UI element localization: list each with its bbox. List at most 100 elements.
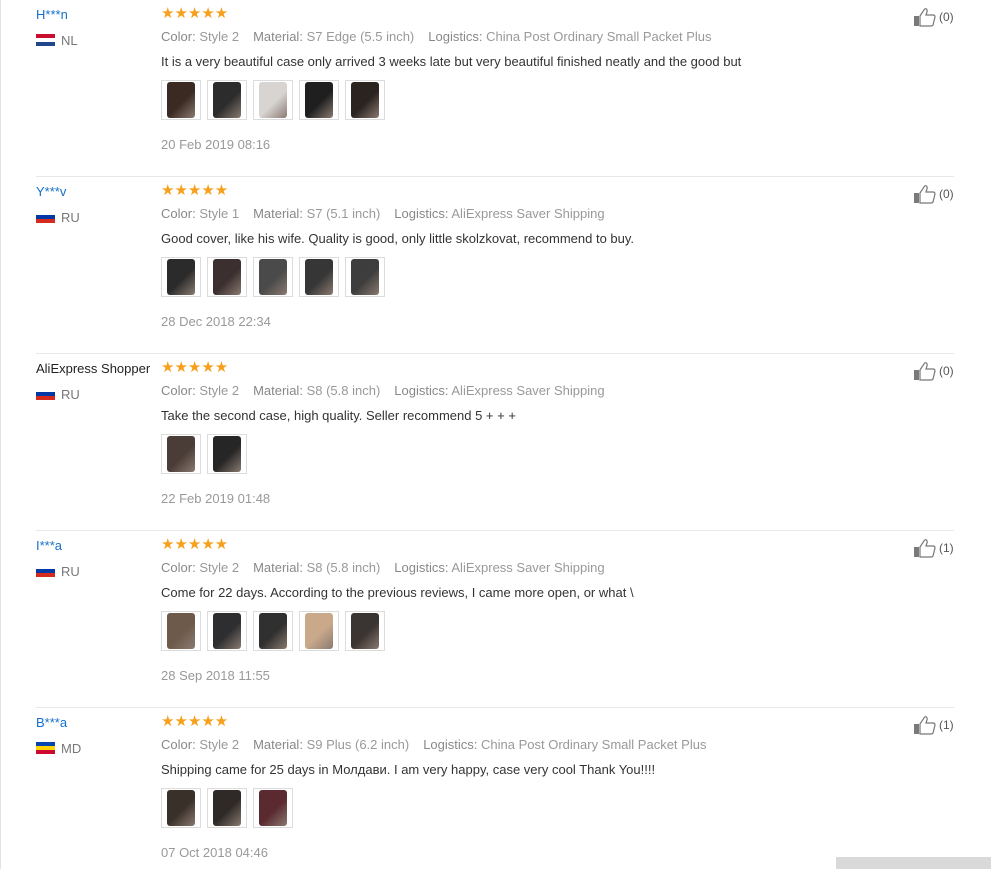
helpful-button[interactable]: (0) [913,7,954,27]
thumbs-up-icon [914,8,936,27]
logistics-label: Logistics [394,383,448,398]
review-photo-thumbnail[interactable] [253,611,293,651]
helpful-count: (1) [939,541,954,555]
review-photo-thumbnail[interactable] [345,611,385,651]
reviewer-country: RU [61,564,80,579]
review-divider [36,176,954,177]
review-item: H***n NL ★★★★★ Color Style 2 Material S7 Edg… [0,0,991,177]
material-value: S7 (5.1 inch) [306,206,381,221]
country-flag-icon [36,565,55,577]
phone-case-photo [305,82,333,118]
review-photo-thumbnail[interactable] [299,257,339,297]
material-label: Material [253,206,303,221]
product-attributes: Color Style 2 Material S8 (5.8 inch) Logis… [161,383,619,398]
review-date: 28 Sep 2018 11:55 [161,668,270,683]
logistics-label: Logistics [423,737,477,752]
review-date: 28 Dec 2018 22:34 [161,314,271,329]
logistics-label: Logistics [394,560,448,575]
horizontal-scrollbar[interactable] [836,857,991,869]
reviewer-country: NL [61,33,78,48]
review-text: It is a very beautiful case only arrived… [161,54,742,69]
review-photo-thumbnail[interactable] [299,80,339,120]
helpful-button[interactable]: (0) [913,184,954,204]
color-label: Color [161,560,196,575]
material-value: S7 Edge (5.5 inch) [306,29,415,44]
review-photo-thumbnail[interactable] [253,788,293,828]
phone-case-photo [167,790,195,826]
product-attributes: Color Style 2 Material S7 Edge (5.5 inch)… [161,29,726,44]
logistics-value: AliExpress Saver Shipping [451,206,605,221]
color-value: Style 1 [199,206,240,221]
phone-case-photo [213,82,241,118]
review-date: 20 Feb 2019 08:16 [161,137,271,152]
country-flag-icon [36,388,55,400]
thumbs-up-icon [914,362,936,381]
reviewer-name[interactable]: Y***v [36,184,66,199]
phone-case-photo [351,82,379,118]
review-photo-thumbnail[interactable] [207,788,247,828]
color-label: Color [161,383,196,398]
review-photos [161,788,293,828]
review-photo-thumbnail[interactable] [161,434,201,474]
reviewer-name[interactable]: H***n [36,7,68,22]
reviewer-name[interactable]: AliExpress Shopper [36,361,150,376]
material-label: Material [253,737,303,752]
logistics-value: AliExpress Saver Shipping [451,560,605,575]
review-photo-thumbnail[interactable] [161,257,201,297]
review-photo-thumbnail[interactable] [253,80,293,120]
star-rating: ★★★★★ [161,5,229,22]
review-photo-thumbnail[interactable] [161,788,201,828]
phone-case-photo [259,82,287,118]
product-attributes: Color Style 2 Material S8 (5.8 inch) Logis… [161,560,619,575]
thumbs-up-icon [914,716,936,735]
star-rating: ★★★★★ [161,182,229,199]
thumbs-up-icon [914,185,936,204]
phone-case-photo [351,613,379,649]
helpful-button[interactable]: (1) [913,538,954,558]
reviewer-country: MD [61,741,82,756]
phone-case-photo [259,790,287,826]
review-photo-thumbnail[interactable] [161,80,201,120]
reviewer-country: RU [61,210,80,225]
helpful-count: (0) [939,364,954,378]
review-divider [36,353,954,354]
material-label: Material [253,29,303,44]
review-divider [36,707,954,708]
country-flag-icon [36,34,55,46]
helpful-button[interactable]: (0) [913,361,954,381]
material-label: Material [253,383,303,398]
reviewer-name[interactable]: B***a [36,715,67,730]
review-photo-thumbnail[interactable] [345,80,385,120]
color-value: Style 2 [199,737,240,752]
logistics-value: AliExpress Saver Shipping [451,383,605,398]
review-photo-thumbnail[interactable] [161,611,201,651]
helpful-count: (0) [939,187,954,201]
logistics-value: China Post Ordinary Small Packet Plus [486,29,712,44]
phone-case-photo [305,259,333,295]
product-attributes: Color Style 2 Material S9 Plus (6.2 inch)… [161,737,720,752]
phone-case-photo [259,613,287,649]
star-rating: ★★★★★ [161,536,229,553]
color-label: Color [161,29,196,44]
star-rating: ★★★★★ [161,359,229,376]
thumbs-up-icon [914,539,936,558]
review-photo-thumbnail[interactable] [345,257,385,297]
review-photo-thumbnail[interactable] [207,611,247,651]
color-label: Color [161,737,196,752]
material-label: Material [253,560,303,575]
phone-case-photo [259,259,287,295]
review-photo-thumbnail[interactable] [207,257,247,297]
phone-case-photo [213,613,241,649]
phone-case-photo [305,613,333,649]
review-photo-thumbnail[interactable] [207,80,247,120]
review-item: Y***v RU ★★★★★ Color Style 1 Material S7 (5.… [0,176,991,354]
reviewer-name[interactable]: I***a [36,538,62,553]
country-flag-icon [36,211,55,223]
review-text: Take the second case, high quality. Sell… [161,408,516,423]
review-photo-thumbnail[interactable] [253,257,293,297]
review-photo-thumbnail[interactable] [207,434,247,474]
phone-case-photo [167,259,195,295]
review-photo-thumbnail[interactable] [299,611,339,651]
country-flag-icon [36,742,55,754]
helpful-button[interactable]: (1) [913,715,954,735]
